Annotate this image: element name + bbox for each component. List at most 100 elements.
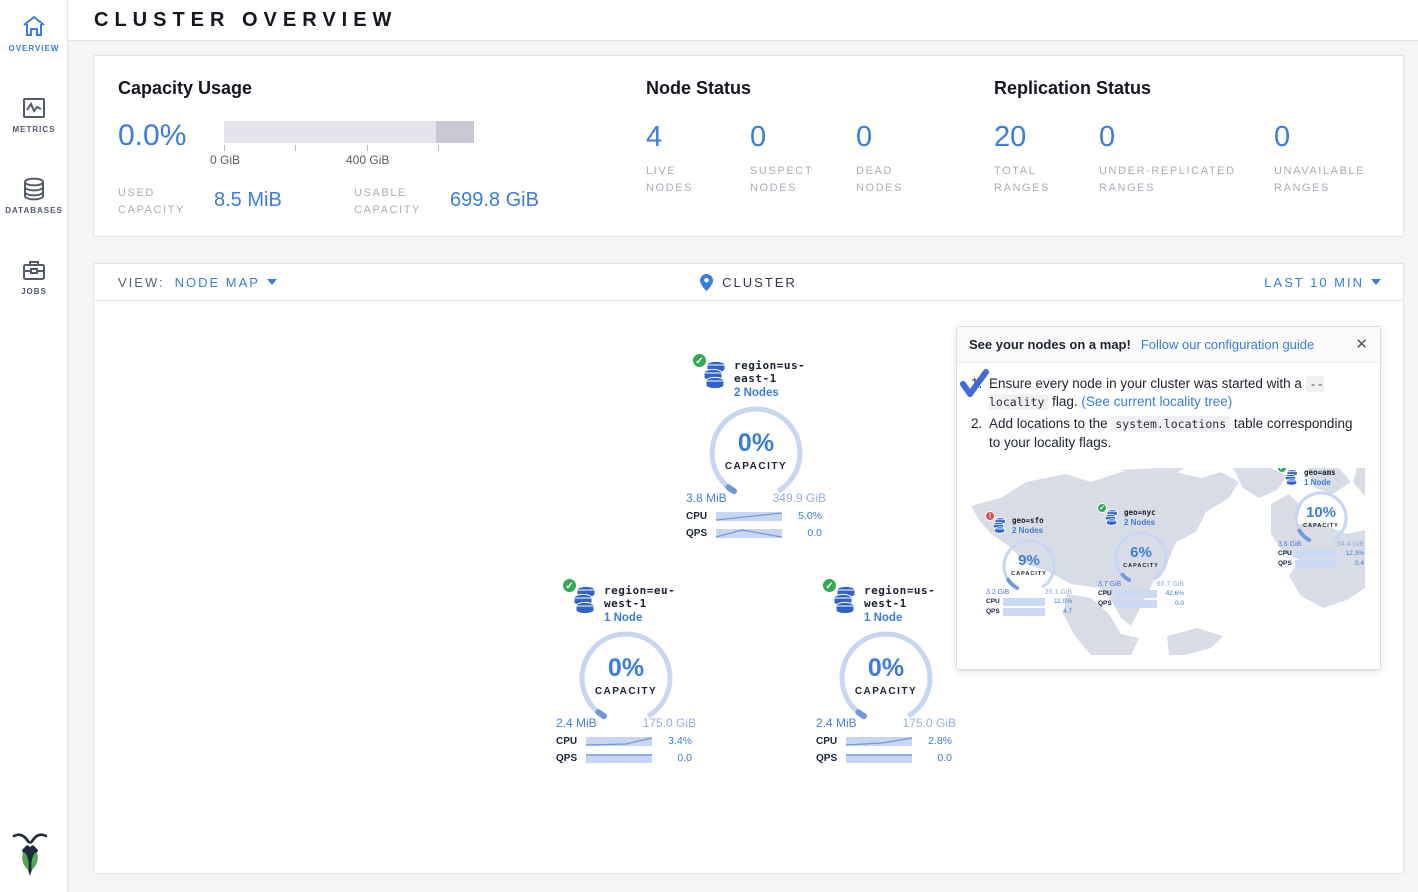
metrics-icon — [21, 95, 47, 121]
region-card-eu-west-1[interactable]: ✓ region=eu-west-1 1 Node 0% C — [546, 584, 706, 764]
node-map-panel: ✓ region=us-east-1 2 Nodes 0% — [93, 300, 1404, 874]
sidebar-item-jobs[interactable]: JOBS — [0, 243, 68, 296]
popup-title: See your nodes on a map! — [969, 337, 1131, 352]
live-nodes-label: LIVE NODES — [646, 163, 716, 196]
warning-badge: ! — [985, 511, 995, 521]
location-pin-icon — [700, 274, 713, 291]
briefcase-icon — [21, 257, 47, 283]
capacity-caption: CAPACITY — [1289, 523, 1353, 529]
chevron-down-icon — [267, 279, 277, 285]
capacity-gauge: 9% CAPACITY — [997, 539, 1061, 589]
dead-nodes-label: DEAD NODES — [856, 163, 926, 196]
region-card-us-east-1[interactable]: ✓ region=us-east-1 2 Nodes 0% — [676, 359, 836, 539]
used-capacity-label: USED CAPACITY — [118, 185, 214, 218]
dead-nodes-value: 0 — [856, 123, 956, 152]
view-toolbar: CLUSTER VIEW: NODE MAP LAST 10 MIN — [93, 263, 1404, 300]
capacity-gauge: 10% CAPACITY — [1289, 491, 1353, 541]
qps-label: QPS — [986, 608, 1003, 615]
qps-sparkline — [586, 752, 652, 764]
locality-tree-link[interactable]: (See current locality tree) — [1081, 394, 1232, 409]
sidebar-item-label: DATABASES — [0, 206, 68, 215]
suspect-nodes-value: 0 — [750, 123, 856, 152]
popup-step-1: 1.Ensure every node in your cluster was … — [971, 375, 1366, 411]
step-done-check-icon — [959, 369, 989, 399]
capacity-percent: 0% — [571, 654, 681, 683]
cpu-sparkline — [586, 735, 652, 747]
example-node-map-image: ! geo=sfo 2 Nodes — [971, 468, 1365, 655]
sidebar-item-databases[interactable]: DATABASES — [0, 162, 68, 215]
capacity-percent: 0% — [831, 654, 941, 683]
replication-status-section: Replication Status 20 TOTAL RANGES 0 UND… — [994, 78, 1394, 236]
region-label: region=eu-west-1 — [604, 584, 706, 610]
top-bar: CLUSTER OVERVIEW — [68, 0, 1418, 41]
node-status-heading: Node Status — [646, 78, 994, 99]
capacity-usage-section: Capacity Usage 0.0% 0 GiB 400 GiB USED C… — [118, 78, 646, 236]
capacity-bar-used-segment — [436, 121, 474, 143]
qps-value: 0.0 — [652, 752, 692, 764]
cpu-label: CPU — [986, 598, 1003, 605]
cpu-value: 3.4% — [652, 735, 692, 747]
capacity-percent: 0.0% — [118, 121, 224, 151]
healthy-check-badge: ✓ — [1097, 503, 1107, 513]
under-replicated-ranges-value: 0 — [1099, 123, 1274, 152]
total-ranges-value: 20 — [994, 123, 1099, 152]
region-card-us-west-1[interactable]: ✓ region=us-west-1 1 Node 0% C — [806, 584, 966, 764]
region-nodes-link[interactable]: 2 Nodes — [734, 387, 836, 399]
region-label: region=us-west-1 — [864, 584, 966, 610]
geo-nodes-label: 2 Nodes — [1124, 518, 1156, 527]
time-range-dropdown[interactable]: LAST 10 MIN — [1264, 275, 1381, 290]
region-nodes-link[interactable]: 1 Node — [604, 612, 706, 624]
cockroachdb-logo — [8, 830, 52, 884]
sidebar: OVERVIEW METRICS DATABASES JOBS — [0, 0, 68, 892]
capacity-gauge: 6% CAPACITY — [1109, 531, 1173, 581]
unavailable-ranges-label: UNAVAILABLE RANGES — [1274, 163, 1374, 196]
qps-label: QPS — [816, 753, 846, 764]
region-nodes-link[interactable]: 1 Node — [864, 612, 966, 624]
qps-label: QPS — [556, 753, 586, 764]
minimap-card-nyc: ✓ geo=nyc 2 Nodes — [1091, 508, 1191, 608]
view-dropdown[interactable]: NODE MAP — [175, 275, 277, 290]
unavailable-ranges-value: 0 — [1274, 123, 1394, 152]
qps-value: 0.0 — [1157, 600, 1184, 607]
home-icon — [21, 14, 47, 40]
capacity-caption: CAPACITY — [701, 461, 811, 472]
cpu-label: CPU — [1278, 550, 1295, 557]
capacity-gauge: 0% CAPACITY — [831, 630, 941, 716]
cpu-value: 12.3% — [1337, 550, 1364, 557]
suspect-nodes-label: SUSPECT NODES — [750, 163, 825, 196]
capacity-percent: 10% — [1289, 504, 1353, 521]
healthy-check-badge: ✓ — [562, 578, 577, 593]
qps-sparkline — [846, 752, 912, 764]
total-ranges-label: TOTAL RANGES — [994, 163, 1064, 196]
cpu-sparkline — [1295, 550, 1337, 558]
used-capacity-value: 8.5 MiB — [214, 189, 354, 212]
healthy-check-badge: ✓ — [692, 353, 707, 368]
configuration-guide-link[interactable]: Follow our configuration guide — [1141, 337, 1314, 352]
capacity-caption: CAPACITY — [1109, 563, 1173, 569]
system-locations-code: system.locations — [1111, 416, 1230, 432]
capacity-bar — [224, 121, 474, 143]
qps-label: QPS — [1098, 600, 1115, 607]
geo-label: geo=ams — [1304, 468, 1336, 477]
close-icon[interactable]: ✕ — [1355, 337, 1368, 352]
usable-capacity-label: USABLE CAPACITY — [354, 185, 450, 218]
popup-header: See your nodes on a map! Follow our conf… — [957, 327, 1380, 363]
cpu-sparkline — [846, 735, 912, 747]
sidebar-item-metrics[interactable]: METRICS — [0, 81, 68, 134]
qps-value: 0.4 — [1337, 560, 1364, 567]
summary-panel: Capacity Usage 0.0% 0 GiB 400 GiB USED C… — [93, 55, 1404, 237]
qps-value: 4.7 — [1045, 608, 1072, 615]
minimap-card-sfo: ! geo=sfo 2 Nodes — [979, 516, 1079, 616]
geo-nodes-label: 2 Nodes — [1012, 526, 1044, 535]
qps-sparkline — [716, 527, 782, 539]
under-replicated-ranges-label: UNDER-REPLICATED RANGES — [1099, 163, 1259, 196]
capacity-percent: 0% — [701, 429, 811, 458]
breadcrumb-cluster: CLUSTER — [722, 275, 797, 290]
geo-label: geo=nyc — [1124, 508, 1156, 517]
capacity-tick-0: 0 GiB — [210, 153, 240, 167]
node-status-section: Node Status 4 LIVE NODES 0 SUSPECT NODES… — [646, 78, 994, 236]
qps-sparkline — [1003, 608, 1045, 616]
capacity-tick-400: 400 GiB — [346, 153, 389, 167]
sidebar-item-overview[interactable]: OVERVIEW — [0, 0, 68, 53]
sidebar-item-label: JOBS — [0, 287, 68, 296]
